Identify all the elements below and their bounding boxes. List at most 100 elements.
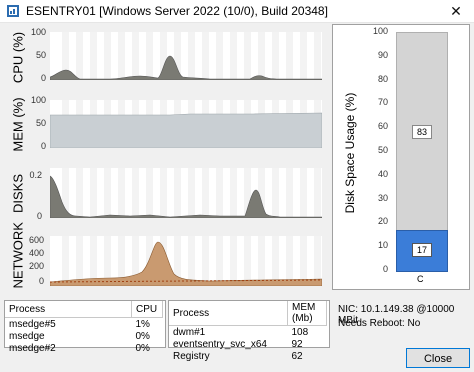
cpu-table-header-cpu[interactable]: CPU — [131, 301, 163, 318]
grid-stripe — [300, 168, 307, 218]
network-tick-600: 600 — [28, 235, 44, 245]
grid-stripe — [244, 236, 251, 286]
process-name: msedge#2 — [9, 342, 56, 354]
grid-stripe — [188, 32, 195, 80]
title-bar: ESENTRY01 [Windows Server 2022 (10/0), B… — [0, 0, 474, 23]
grid-stripe — [202, 32, 209, 80]
mem-tick-0: 0 — [40, 141, 46, 151]
cpu-tick-100: 100 — [30, 27, 46, 37]
grid-stripe — [286, 32, 293, 80]
disk-free-value: 83 — [412, 125, 432, 139]
process-name: dwm#1 — [173, 326, 206, 338]
grid-stripe — [272, 32, 279, 80]
table-row[interactable]: dwm#1 108 — [169, 326, 327, 339]
disk-usage-tick: 70 — [377, 97, 388, 108]
reboot-status: Needs Reboot: No — [338, 318, 421, 329]
grid-stripe — [132, 168, 139, 218]
table-row[interactable]: msedge#5 1% — [5, 318, 163, 331]
mem-table-header-process[interactable]: Process — [169, 301, 288, 326]
cpu-chart — [50, 32, 322, 80]
grid-stripe — [258, 32, 265, 80]
disk-usage-tick: 60 — [377, 121, 388, 132]
grid-stripe — [230, 32, 237, 80]
window-title: ESENTRY01 [Windows Server 2022 (10/0), B… — [26, 4, 328, 18]
process-cpu: 0% — [135, 330, 150, 342]
grid-stripe — [286, 168, 293, 218]
grid-stripe — [146, 32, 153, 80]
grid-stripe — [314, 168, 321, 218]
process-mem: 108 — [291, 326, 309, 338]
disk-usage-tick: 10 — [377, 240, 388, 251]
grid-stripe — [104, 168, 111, 218]
app-icon — [7, 5, 19, 17]
grid-stripe — [202, 236, 209, 286]
disk-usage-tick: 40 — [377, 168, 388, 179]
grid-stripe — [202, 168, 209, 218]
cpu-table-header-process[interactable]: Process — [5, 301, 132, 318]
disks-tick-0: 0 — [36, 211, 42, 221]
grid-stripe — [118, 168, 125, 218]
grid-stripe — [314, 32, 321, 80]
grid-stripe — [216, 32, 223, 80]
disk-usage-tick: 90 — [377, 49, 388, 60]
mem-area — [50, 112, 322, 148]
network-tick-0: 0 — [38, 276, 44, 286]
mem-tick-100: 100 — [30, 95, 46, 105]
process-name: msedge#5 — [9, 318, 56, 330]
disk-usage-tick: 0 — [382, 264, 388, 274]
grid-stripe — [230, 236, 237, 286]
process-name: Registry — [173, 350, 210, 362]
grid-stripe — [76, 168, 83, 218]
grid-stripe — [314, 236, 321, 286]
grid-stripe — [118, 32, 125, 80]
grid-stripe — [188, 168, 195, 218]
grid-stripe — [216, 236, 223, 286]
mem-process-table: Process MEM (Mb) dwm#1 108 eventsentry_sv… — [169, 301, 327, 362]
mem-chart — [50, 100, 322, 148]
grid-stripe — [300, 236, 307, 286]
close-button[interactable]: Close — [406, 348, 470, 368]
grid-stripe — [104, 32, 111, 80]
network-tick-400: 400 — [28, 248, 44, 258]
mem-table-header-mem[interactable]: MEM (Mb) — [287, 301, 327, 326]
table-row[interactable]: msedge 0% — [5, 330, 163, 342]
network-tick-200: 200 — [28, 261, 44, 271]
grid-stripe — [188, 236, 195, 286]
window-close-icon[interactable]: ✕ — [438, 0, 474, 22]
disk-usage-tick: 80 — [377, 73, 388, 84]
cpu-tick-0: 0 — [40, 73, 46, 83]
grid-stripe — [146, 168, 153, 218]
grid-stripe — [216, 168, 223, 218]
cpu-tick-50: 50 — [35, 50, 46, 60]
process-name: msedge — [9, 330, 45, 342]
disk-usage-axis-label: Disk Space Usage (%) — [343, 92, 357, 214]
process-cpu: 0% — [135, 342, 150, 354]
grid-stripe — [174, 168, 181, 218]
disk-usage-tick: 100 — [372, 26, 388, 36]
grid-stripe — [160, 168, 167, 218]
table-row[interactable]: eventsentry_svc_x64 92 — [169, 338, 327, 350]
process-mem: 92 — [291, 338, 303, 350]
grid-stripe — [300, 32, 307, 80]
table-row[interactable]: Registry 62 — [169, 350, 327, 362]
disk-usage-tick: 50 — [377, 145, 388, 155]
grid-stripe — [244, 32, 251, 80]
grid-stripe — [76, 236, 83, 286]
disk-drive-label: C — [417, 274, 424, 284]
network-chart — [50, 236, 322, 286]
grid-stripe — [76, 32, 83, 80]
disks-tick-02: 0.2 — [29, 170, 42, 180]
mem-tick-50: 50 — [35, 118, 46, 128]
grid-stripe — [258, 236, 265, 286]
grid-stripe — [90, 168, 97, 218]
grid-stripe — [62, 236, 69, 286]
cpu-process-table: Process CPU msedge#5 1% msedge 0% msedge#2… — [5, 301, 163, 354]
process-name: eventsentry_svc_x64 — [173, 338, 267, 350]
process-cpu: 1% — [135, 318, 150, 330]
process-mem: 62 — [291, 350, 303, 362]
disk-used-value: 17 — [412, 243, 432, 257]
grid-stripe — [272, 236, 279, 286]
grid-stripe — [230, 168, 237, 218]
table-row[interactable]: msedge#2 0% — [5, 342, 163, 354]
grid-stripe — [272, 168, 279, 218]
